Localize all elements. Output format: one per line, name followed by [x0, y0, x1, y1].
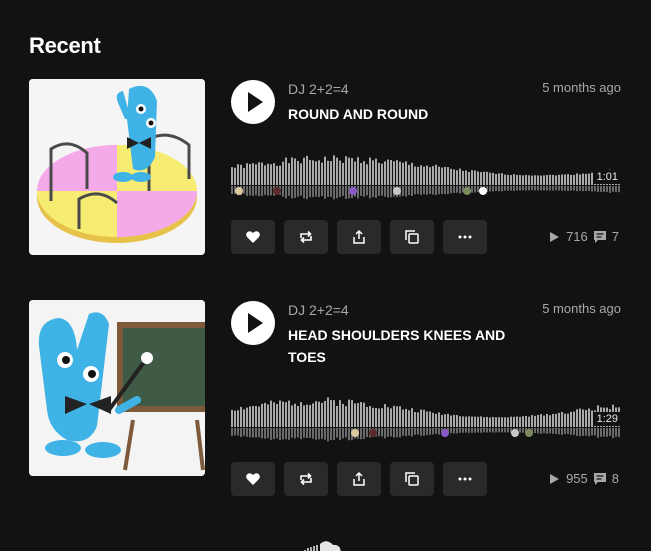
play-count-icon [550, 231, 560, 242]
comment-count[interactable]: 8 [612, 471, 619, 486]
track-item: DJ 2+2=4 ROUND AND ROUND 5 months ago 1:… [29, 79, 621, 279]
track-artwork[interactable] [29, 79, 205, 255]
section-title: Recent [29, 33, 101, 58]
repost-button[interactable] [284, 220, 328, 254]
share-icon [353, 471, 365, 486]
track-duration: 1:29 [593, 412, 621, 426]
track-duration: 1:01 [593, 170, 621, 184]
track-waveform[interactable]: 1:29 [231, 385, 621, 445]
play-count: 955 [566, 471, 588, 486]
play-button[interactable] [231, 301, 275, 345]
repost-icon [300, 230, 312, 244]
copy-link-button[interactable] [390, 220, 434, 254]
track-actions [231, 220, 487, 254]
track-waveform[interactable]: 1:01 [231, 143, 621, 203]
track-item: DJ 2+2=4 HEAD SHOULDERS KNEES AND TOES 5… [29, 300, 621, 500]
track-title[interactable]: HEAD SHOULDERS KNEES AND TOES [288, 324, 528, 368]
play-icon [248, 313, 263, 333]
comment-icon [593, 230, 606, 243]
share-button[interactable] [337, 462, 381, 496]
heart-icon [246, 473, 260, 485]
repost-icon [300, 472, 312, 486]
copy-link-icon [405, 472, 419, 486]
play-icon [248, 92, 263, 112]
track-time-ago: 5 months ago [542, 301, 621, 316]
copy-link-icon [405, 230, 419, 244]
like-button[interactable] [231, 462, 275, 496]
repost-button[interactable] [284, 462, 328, 496]
comment-count[interactable]: 7 [612, 229, 619, 244]
track-time-ago: 5 months ago [542, 80, 621, 95]
heart-icon [246, 231, 260, 243]
track-artwork[interactable] [29, 300, 205, 476]
more-button[interactable] [443, 220, 487, 254]
track-artist[interactable]: DJ 2+2=4 [288, 302, 349, 318]
share-icon [353, 229, 365, 244]
more-icon [458, 477, 472, 481]
track-stats: 716 7 [547, 229, 619, 244]
track-stats: 955 8 [547, 471, 619, 486]
comment-icon [593, 472, 606, 485]
more-button[interactable] [443, 462, 487, 496]
play-count: 716 [566, 229, 588, 244]
track-artist[interactable]: DJ 2+2=4 [288, 81, 349, 97]
share-button[interactable] [337, 220, 381, 254]
copy-link-button[interactable] [390, 462, 434, 496]
track-actions [231, 462, 487, 496]
track-title[interactable]: ROUND AND ROUND [288, 103, 528, 125]
play-button[interactable] [231, 80, 275, 124]
like-button[interactable] [231, 220, 275, 254]
play-count-icon [550, 473, 560, 484]
soundcloud-logo-icon [304, 541, 341, 551]
more-icon [458, 235, 472, 239]
